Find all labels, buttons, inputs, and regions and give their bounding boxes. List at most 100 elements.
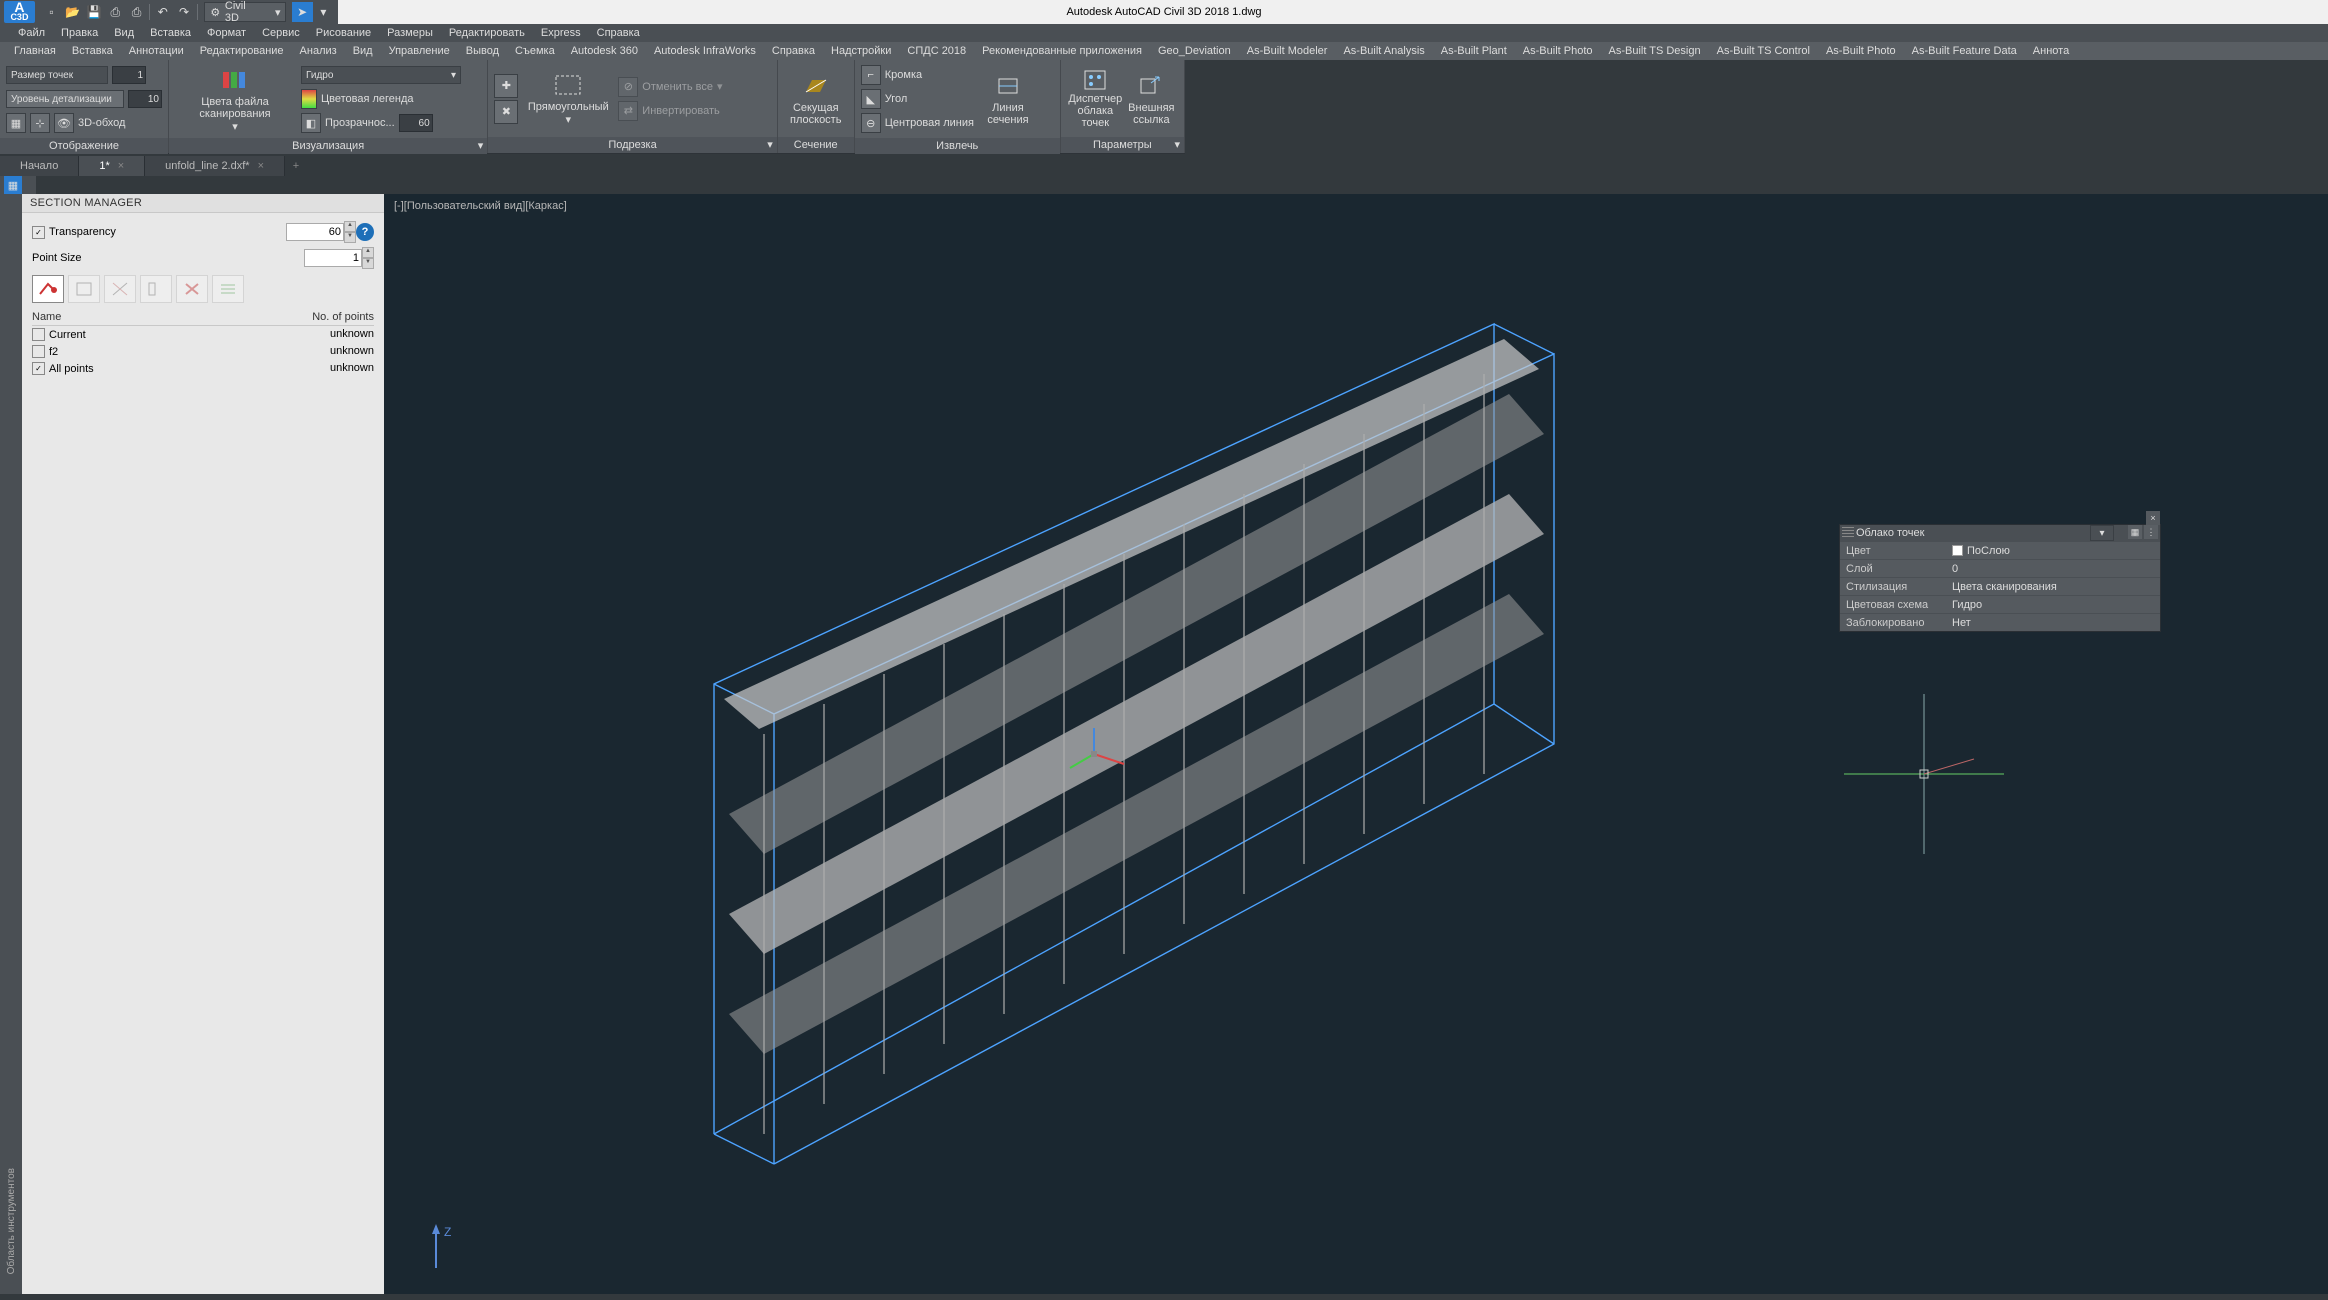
tool-delete-icon[interactable] [176, 275, 208, 303]
transparency-input[interactable] [286, 223, 344, 241]
ribbon-tab[interactable]: Вывод [458, 45, 507, 57]
crop-rectangular-button[interactable]: Прямоугольный▾ [524, 69, 612, 129]
ribbon-tab[interactable]: As-Built TS Control [1709, 45, 1818, 57]
menu-item[interactable]: Express [533, 27, 589, 39]
tool-icon[interactable] [68, 275, 100, 303]
side-rail[interactable]: Область инструментов [0, 194, 22, 1294]
tool-icon[interactable] [140, 275, 172, 303]
tool-define-icon[interactable] [32, 275, 64, 303]
quick-properties-palette[interactable]: Облако точек ▾ ▦ ⋮ × ЦветПоСлою Слой0 Ст… [1839, 524, 2161, 632]
menu-item[interactable]: Вставка [142, 27, 199, 39]
legend-button[interactable]: Цветовая легенда [321, 93, 414, 105]
color-scheme-combo[interactable]: Гидро▾ [301, 66, 461, 84]
menu-item[interactable]: Вид [106, 27, 142, 39]
menu-item[interactable]: Правка [53, 27, 106, 39]
ribbon-tab[interactable]: Съемка [507, 45, 563, 57]
qat-undo-icon[interactable]: ↶ [152, 2, 173, 22]
workspace-combo[interactable]: ⚙ Civil 3D ▾ [204, 2, 286, 22]
menu-item[interactable]: Сервис [254, 27, 308, 39]
qat-share-icon[interactable]: ➤ [292, 2, 313, 22]
qat-redo-icon[interactable]: ↷ [173, 2, 194, 22]
ribbon-tab[interactable]: Аннота [2025, 45, 2077, 57]
ribbon-tab[interactable]: Анализ [292, 45, 345, 57]
toolspace-icon[interactable]: ▦ [4, 176, 22, 194]
qat-saveas-icon[interactable]: ⎙ [105, 2, 126, 22]
new-tab-button[interactable]: + [285, 156, 307, 176]
file-tab-start[interactable]: Начало [0, 156, 79, 176]
external-ref-button[interactable]: Внешняяссылка [1125, 69, 1177, 129]
section-plane-button[interactable]: Секущаяплоскость [784, 69, 848, 129]
ribbon-tab[interactable]: Autodesk InfraWorks [646, 45, 764, 57]
file-tab[interactable]: 1*× [79, 156, 145, 176]
menu-item[interactable]: Формат [199, 27, 254, 39]
property-row[interactable]: ЦветПоСлою [1840, 541, 2160, 559]
menu-item[interactable]: Рисование [308, 27, 379, 39]
ribbon-tab[interactable]: As-Built Feature Data [1904, 45, 2025, 57]
edge-button[interactable]: Кромка [885, 69, 922, 81]
edge-icon[interactable]: ⌐ [861, 65, 881, 85]
walk-3d-label[interactable]: 3D-обход [78, 117, 125, 129]
property-row[interactable]: СтилизацияЦвета сканирования [1840, 577, 2160, 595]
transparency-checkbox[interactable]: ✓ [32, 226, 45, 239]
table-row[interactable]: ✓All points unknown [32, 360, 374, 377]
ribbon-tab[interactable]: Главная [6, 45, 64, 57]
ribbon-tab[interactable]: Рекомендованные приложения [974, 45, 1150, 57]
row-checkbox[interactable] [32, 345, 45, 358]
centerline-icon[interactable]: ⊖ [861, 113, 881, 133]
pointcloud-manager-button[interactable]: Диспетчероблака точек [1067, 69, 1123, 129]
ribbon-tab[interactable]: Справка [764, 45, 823, 57]
centerline-button[interactable]: Центровая линия [885, 117, 974, 129]
app-logo[interactable]: AC3D [4, 1, 35, 23]
file-tab[interactable]: unfold_line 2.dxf*× [145, 156, 285, 176]
ribbon-tab[interactable]: Вид [345, 45, 381, 57]
ribbon-tab[interactable]: СПДС 2018 [899, 45, 974, 57]
table-row[interactable]: Current unknown [32, 326, 374, 343]
ribbon-tab[interactable]: Управление [381, 45, 458, 57]
spinner[interactable]: ▲▼ [362, 247, 374, 269]
ribbon-tab[interactable]: Вставка [64, 45, 121, 57]
ribbon-tab[interactable]: Надстройки [823, 45, 899, 57]
display-tool-icon[interactable]: ⊹ [30, 113, 50, 133]
qat-print-icon[interactable]: ⎙ [126, 2, 147, 22]
qat-new-icon[interactable]: ▫ [41, 2, 62, 22]
ribbon-tab[interactable]: Редактирование [192, 45, 292, 57]
display-tool-icon[interactable]: 👁 [54, 113, 74, 133]
tool-icon[interactable] [104, 275, 136, 303]
help-icon[interactable]: ? [356, 223, 374, 241]
close-icon[interactable]: × [258, 160, 264, 172]
qat-open-icon[interactable]: 📂 [62, 2, 83, 22]
ribbon-tab[interactable]: As-Built Plant [1433, 45, 1515, 57]
transparency-input[interactable] [399, 114, 433, 132]
viewport-3d[interactable]: [-][Пользовательский вид][Каркас] [384, 194, 2328, 1294]
qat-save-icon[interactable]: 💾 [83, 2, 104, 22]
property-row[interactable]: Слой0 [1840, 559, 2160, 577]
section-line-button[interactable]: Линиясечения [980, 69, 1036, 129]
menu-item[interactable]: Файл [10, 27, 53, 39]
row-checkbox[interactable]: ✓ [32, 362, 45, 375]
grip-icon[interactable] [1842, 527, 1854, 539]
scan-file-colors-button[interactable]: Цвета файла сканирования ▾ [175, 69, 295, 129]
property-row[interactable]: Цветовая схемаГидро [1840, 595, 2160, 613]
qat-more-icon[interactable]: ▾ [313, 2, 334, 22]
close-icon[interactable]: × [118, 160, 124, 172]
ribbon-tab[interactable]: Autodesk 360 [563, 45, 646, 57]
detail-level-input[interactable] [128, 90, 162, 108]
ribbon-tab[interactable]: As-Built TS Design [1601, 45, 1709, 57]
palette-options-icon[interactable]: ⋮ [2144, 525, 2158, 539]
palette-pin-icon[interactable]: ▦ [2128, 525, 2142, 539]
menu-item[interactable]: Размеры [379, 27, 441, 39]
palette-close-icon[interactable]: × [2146, 511, 2160, 525]
corner-icon[interactable]: ◣ [861, 89, 881, 109]
palette-dropdown[interactable]: ▾ [2090, 525, 2114, 541]
corner-button[interactable]: Угол [885, 93, 908, 105]
table-row[interactable]: f2 unknown [32, 343, 374, 360]
ribbon-tab[interactable]: As-Built Modeler [1239, 45, 1336, 57]
ribbon-tab[interactable]: As-Built Analysis [1335, 45, 1432, 57]
ribbon-tab[interactable]: As-Built Photo [1515, 45, 1601, 57]
tool-list-icon[interactable] [212, 275, 244, 303]
ribbon-tab[interactable]: Geo_Deviation [1150, 45, 1239, 57]
menu-item[interactable]: Редактировать [441, 27, 533, 39]
display-tool-icon[interactable]: ▦ [6, 113, 26, 133]
spinner[interactable]: ▲▼ [344, 221, 356, 243]
property-row[interactable]: ЗаблокированоНет [1840, 613, 2160, 631]
